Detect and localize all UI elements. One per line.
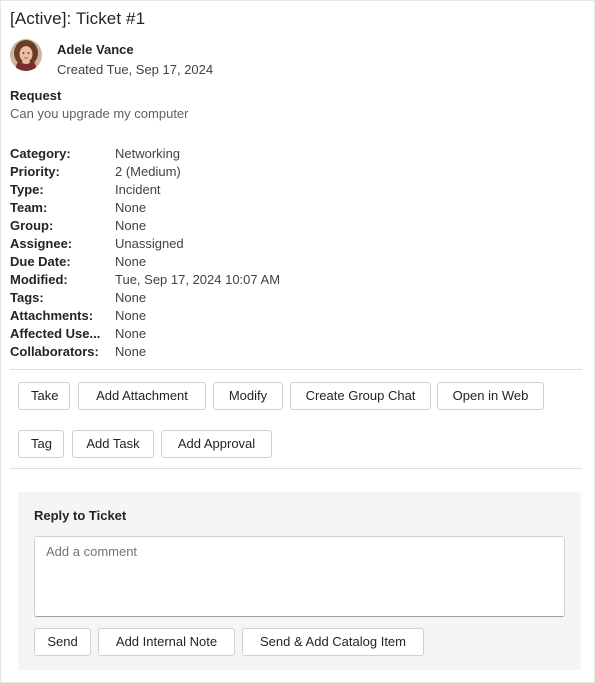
divider xyxy=(10,468,582,469)
field-value: None xyxy=(115,218,147,233)
field-label: Attachments: xyxy=(10,308,94,323)
ticket-fields: Category: Networking Priority: 2 (Medium… xyxy=(10,145,340,361)
add-internal-note-button[interactable]: Add Internal Note xyxy=(98,628,235,656)
field-label: Due Date: xyxy=(10,254,71,269)
create-group-chat-button[interactable]: Create Group Chat xyxy=(290,382,431,410)
field-row-due-date: Due Date: None xyxy=(10,253,340,271)
field-row-modified: Modified: Tue, Sep 17, 2024 10:07 AM xyxy=(10,271,340,289)
field-label: Type: xyxy=(10,182,44,197)
field-row-assignee: Assignee: Unassigned xyxy=(10,235,340,253)
field-value: None xyxy=(115,326,147,341)
open-in-web-button[interactable]: Open in Web xyxy=(437,382,544,410)
comment-input[interactable] xyxy=(34,536,565,617)
field-row-attachments: Attachments: None xyxy=(10,307,340,325)
field-label: Group: xyxy=(10,218,54,233)
field-value: None xyxy=(115,200,147,215)
reply-title: Reply to Ticket xyxy=(34,508,127,523)
field-label: Priority: xyxy=(10,164,60,179)
tag-button[interactable]: Tag xyxy=(18,430,64,458)
request-text: Can you upgrade my computer xyxy=(10,106,189,121)
field-value: 2 (Medium) xyxy=(115,164,181,179)
field-label: Modified: xyxy=(10,272,68,287)
field-row-category: Category: Networking xyxy=(10,145,340,163)
field-label: Category: xyxy=(10,146,71,161)
field-row-group: Group: None xyxy=(10,217,340,235)
send-add-catalog-item-button[interactable]: Send & Add Catalog Item xyxy=(242,628,424,656)
field-label: Affected Use... xyxy=(10,326,101,341)
ticket-title: [Active]: Ticket #1 xyxy=(10,9,146,28)
modify-button[interactable]: Modify xyxy=(213,382,283,410)
request-label: Request xyxy=(10,88,62,103)
field-value: Networking xyxy=(115,146,181,161)
field-label: Collaborators: xyxy=(10,344,99,359)
field-value: Unassigned xyxy=(115,236,184,251)
requester-name: Adele Vance xyxy=(57,42,134,57)
field-value: Tue, Sep 17, 2024 10:07 AM xyxy=(115,272,281,287)
field-value: None xyxy=(115,254,147,269)
ticket-card: [Active]: Ticket #1 Adele Vance Created … xyxy=(0,0,595,683)
field-row-affected-users: Affected Use... None xyxy=(10,325,340,343)
field-label: Assignee: xyxy=(10,236,73,251)
field-value: None xyxy=(115,344,147,359)
avatar[interactable] xyxy=(10,39,42,71)
field-label: Team: xyxy=(10,200,48,215)
created-date: Created Tue, Sep 17, 2024 xyxy=(57,62,214,77)
add-attachment-button[interactable]: Add Attachment xyxy=(78,382,206,410)
add-approval-button[interactable]: Add Approval xyxy=(161,430,272,458)
field-row-team: Team: None xyxy=(10,199,340,217)
field-value: Incident xyxy=(115,182,161,197)
requester: Adele Vance Created Tue, Sep 17, 2024 xyxy=(10,39,213,79)
avatar-image xyxy=(10,39,42,71)
field-row-collaborators: Collaborators: None xyxy=(10,343,340,361)
divider xyxy=(10,369,582,370)
field-row-tags: Tags: None xyxy=(10,289,340,307)
reply-panel: Reply to Ticket Send Add Internal Note S… xyxy=(18,492,581,670)
add-task-button[interactable]: Add Task xyxy=(72,430,154,458)
field-row-type: Type: Incident xyxy=(10,181,340,199)
field-row-priority: Priority: 2 (Medium) xyxy=(10,163,340,181)
send-button[interactable]: Send xyxy=(34,628,91,656)
field-label: Tags: xyxy=(10,290,44,305)
field-value: None xyxy=(115,308,147,323)
take-button[interactable]: Take xyxy=(18,382,70,410)
field-value: None xyxy=(115,290,147,305)
